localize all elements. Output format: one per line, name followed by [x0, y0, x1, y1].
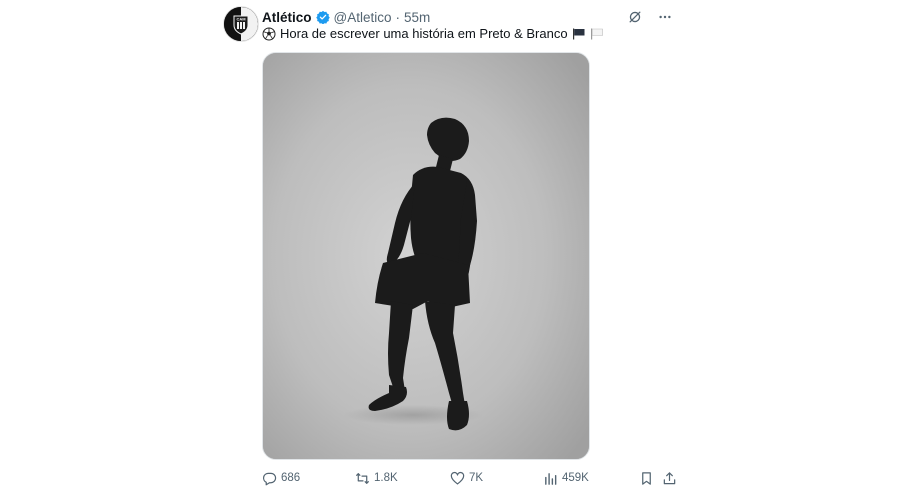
share-icon	[663, 471, 676, 484]
bookmark-icon	[642, 471, 651, 485]
tweet-header: Atlético @Atletico · 55m	[262, 8, 430, 26]
grok-icon[interactable]	[627, 9, 643, 25]
svg-text:CAM: CAM	[236, 17, 246, 22]
retweet-icon	[356, 472, 369, 484]
tweet-text: Hora de escrever uma história em Preto &…	[262, 26, 604, 41]
header-actions	[627, 9, 673, 25]
separator-dot: ·	[395, 9, 401, 25]
reply-count: 686	[281, 472, 301, 484]
views-count: 459K	[562, 472, 589, 484]
heart-icon	[450, 471, 465, 485]
soccer-ball-emoji-icon	[262, 27, 276, 41]
display-name[interactable]: Atlético	[262, 10, 312, 25]
retweet-count: 1.8K	[374, 472, 398, 484]
verified-badge-icon	[315, 10, 330, 25]
black-flag-emoji-icon	[572, 28, 586, 40]
retweet-button[interactable]: 1.8K	[355, 471, 398, 486]
tweet-text-body: Hora de escrever uma história em Preto &…	[280, 26, 568, 41]
tweet-actions-bar: 686 1.8K 7K 459K	[262, 468, 682, 488]
share-button[interactable]	[662, 471, 677, 486]
white-flag-emoji-icon	[590, 28, 604, 40]
atletico-logo-icon: CAM	[224, 7, 258, 41]
tweet-card[interactable]: CAM Atlético @Atletico · 55m Hora de esc…	[215, 0, 685, 500]
avatar[interactable]: CAM	[223, 6, 259, 42]
tweet-media-image[interactable]	[262, 52, 590, 460]
reply-icon	[262, 472, 277, 485]
handle[interactable]: @Atletico	[334, 10, 392, 25]
reply-button[interactable]: 686	[262, 471, 300, 486]
player-silhouette-image	[263, 53, 589, 459]
like-button[interactable]: 7K	[450, 471, 483, 486]
timestamp[interactable]: 55m	[404, 10, 430, 25]
views-button[interactable]: 459K	[543, 471, 589, 486]
more-icon[interactable]	[657, 9, 673, 25]
page: CAM Atlético @Atletico · 55m Hora de esc…	[0, 0, 900, 500]
like-count: 7K	[469, 472, 484, 484]
bookmark-button[interactable]	[639, 471, 654, 486]
analytics-icon	[545, 472, 557, 485]
